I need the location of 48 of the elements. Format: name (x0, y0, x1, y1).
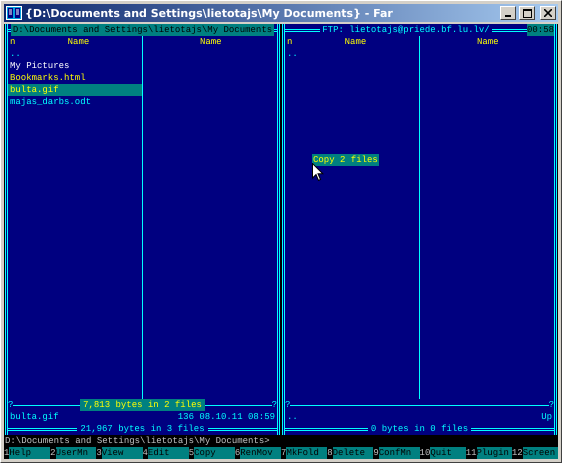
function-key[interactable]: Plugin (476, 447, 512, 459)
clock: 00:58 (527, 24, 554, 36)
function-key[interactable]: RenMov (240, 447, 282, 459)
info-name: bulta.gif (9, 411, 60, 423)
function-key[interactable]: ConfMn (378, 447, 420, 459)
separator-mark: ? (548, 399, 554, 411)
function-key[interactable]: Edit (148, 447, 189, 459)
column-header: Name (200, 36, 222, 48)
file-item[interactable]: .. (285, 48, 418, 60)
panel-total: 21,967 bytes in 3 files (79, 423, 206, 435)
column-header: Name (344, 36, 366, 48)
function-key[interactable]: View (102, 447, 143, 459)
selection-info: 7,813 bytes in 2 files (80, 399, 205, 411)
function-key[interactable]: Copy (194, 447, 235, 459)
info-details: 136 08.10.11 08:59 (178, 411, 276, 423)
function-key[interactable]: Delete (332, 447, 374, 459)
function-key[interactable]: UserMn (56, 447, 96, 459)
app-icon (6, 5, 22, 21)
close-button[interactable] (540, 6, 556, 20)
file-item[interactable]: My Pictures (8, 60, 142, 72)
panel-total: 0 bytes in 0 files (370, 423, 470, 435)
panel-title: FTP: lietotajs@priede.bf.lu.lv/ (320, 24, 492, 36)
minimize-button[interactable] (500, 6, 516, 20)
function-key[interactable]: Help (9, 447, 50, 459)
column-header: n (10, 36, 16, 48)
separator-mark: ? (272, 399, 278, 411)
maximize-icon (522, 8, 532, 18)
window-title: {D:\Documents and Settings\lietotajs\My Documents} - Far (25, 6, 394, 20)
file-item[interactable]: majas_darbs.odt (8, 96, 142, 108)
copy-tooltip: Copy 2 files (312, 154, 379, 166)
panel-title: D:\Documents and Settings\lietotajs\My Documents (10, 24, 274, 36)
function-key[interactable]: Quit (430, 447, 466, 459)
file-item[interactable]: .. (8, 48, 142, 60)
command-line[interactable]: D:\Documents and Settings\lietotajs\My Documents> (4, 435, 558, 447)
close-icon (544, 9, 552, 17)
function-key[interactable]: MkFold (286, 447, 328, 459)
mouse-pointer-icon (312, 163, 324, 182)
separator-mark: ? (8, 399, 14, 411)
file-item[interactable]: Bookmarks.html (8, 72, 142, 84)
column-header: Name (476, 36, 499, 48)
maximize-button[interactable] (519, 6, 535, 20)
separator-mark: ? (285, 399, 290, 411)
column-header: n (287, 36, 292, 48)
column-header: Name (68, 36, 90, 48)
function-key[interactable]: Screen (522, 447, 558, 459)
file-item[interactable]: bulta.gif (8, 84, 142, 96)
info-name: .. (286, 411, 299, 423)
info-details: Up (541, 411, 553, 423)
